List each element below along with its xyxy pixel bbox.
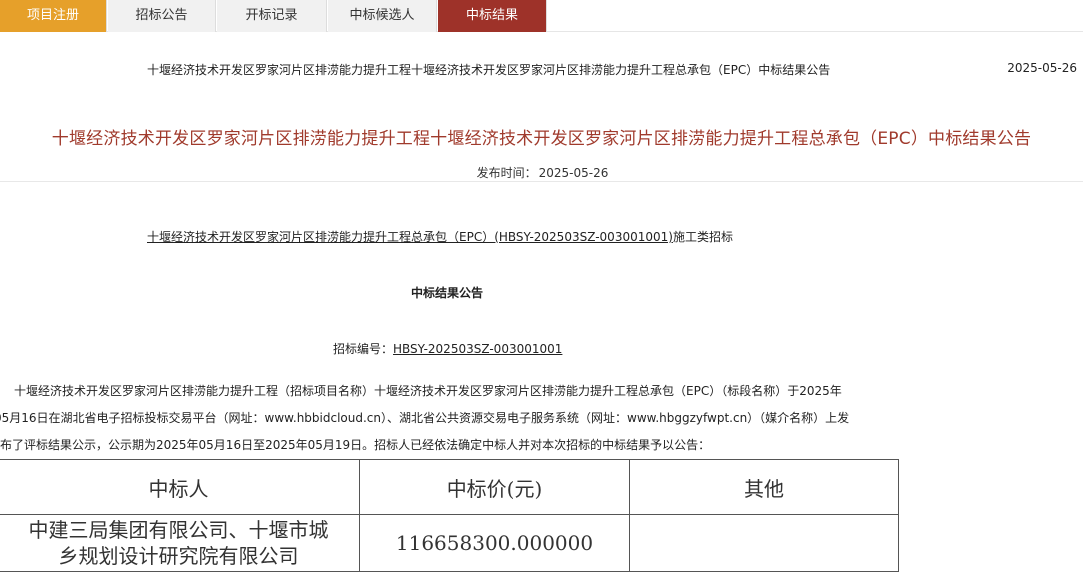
- publish-date: 2025-05-26: [538, 166, 609, 180]
- divider: [0, 181, 1083, 182]
- paragraph-line: 05月16日在湖北省电子招标投标交易平台（网址：www.hbbidcloud.c…: [0, 411, 850, 425]
- column-header-price: 中标价(元): [359, 459, 630, 515]
- tab-winning-result[interactable]: 中标结果: [438, 0, 547, 32]
- tab-bid-opening-record[interactable]: 开标记录: [217, 0, 327, 32]
- tab-bar: 项目注册 招标公告 开标记录 中标候选人 中标结果: [0, 0, 1083, 32]
- winner-line: 中建三局集团有限公司、十堰市城: [28, 518, 329, 542]
- table-row: 中建三局集团有限公司、十堰市城 乡规划设计研究院有限公司 116658300.0…: [0, 514, 899, 572]
- bid-section-suffix: 施工类招标: [672, 230, 733, 244]
- tender-code: 招标编号：HBSY-202503SZ-003001001: [333, 340, 562, 357]
- paragraph-line: 布了评标结果公示，公示期为2025年05月16日至2025年05月19日。招标人…: [0, 438, 711, 452]
- announcement-paragraph: 十堰经济技术开发区罗家河片区排涝能力提升工程（招标项目名称）十堰经济技术开发区罗…: [0, 378, 900, 459]
- section-heading: 中标结果公告: [411, 286, 484, 300]
- tender-code-value: HBSY-202503SZ-003001001: [393, 342, 563, 356]
- tab-project-registration[interactable]: 项目注册: [0, 0, 107, 32]
- paragraph-line: 十堰经济技术开发区罗家河片区排涝能力提升工程（招标项目名称）十堰经济技术开发区罗…: [14, 384, 842, 398]
- tab-tender-announcement[interactable]: 招标公告: [108, 0, 216, 32]
- publish-time: 发布时间： 2025-05-26: [0, 164, 1083, 181]
- cell-price: 116658300.000000: [359, 514, 630, 572]
- publish-label: 发布时间：: [476, 166, 537, 180]
- cell-other: [629, 514, 899, 572]
- tender-code-label: 招标编号：: [333, 342, 394, 356]
- winner-line: 乡规划设计研究院有限公司: [58, 544, 299, 568]
- bid-section-title: 十堰经济技术开发区罗家河片区排涝能力提升工程总承包（EPC）(HBSY-2025…: [147, 228, 733, 245]
- list-item-date: 2025-05-26: [1007, 61, 1077, 75]
- cell-winner: 中建三局集团有限公司、十堰市城 乡规划设计研究院有限公司: [0, 514, 360, 572]
- table-header-row: 中标人 中标价(元) 其他: [0, 459, 899, 515]
- bid-section-link[interactable]: 十堰经济技术开发区罗家河片区排涝能力提升工程总承包（EPC）(HBSY-2025…: [147, 230, 673, 244]
- column-header-other: 其他: [629, 459, 899, 515]
- list-item-title[interactable]: 十堰经济技术开发区罗家河片区排涝能力提升工程十堰经济技术开发区罗家河片区排涝能力…: [147, 61, 830, 78]
- page-title: 十堰经济技术开发区罗家河片区排涝能力提升工程十堰经济技术开发区罗家河片区排涝能力…: [51, 129, 1032, 149]
- tab-winning-candidates[interactable]: 中标候选人: [328, 0, 437, 32]
- result-table: 中标人 中标价(元) 其他 中建三局集团有限公司、十堰市城 乡规划设计研究院有限…: [0, 459, 899, 572]
- column-header-winner: 中标人: [0, 459, 360, 515]
